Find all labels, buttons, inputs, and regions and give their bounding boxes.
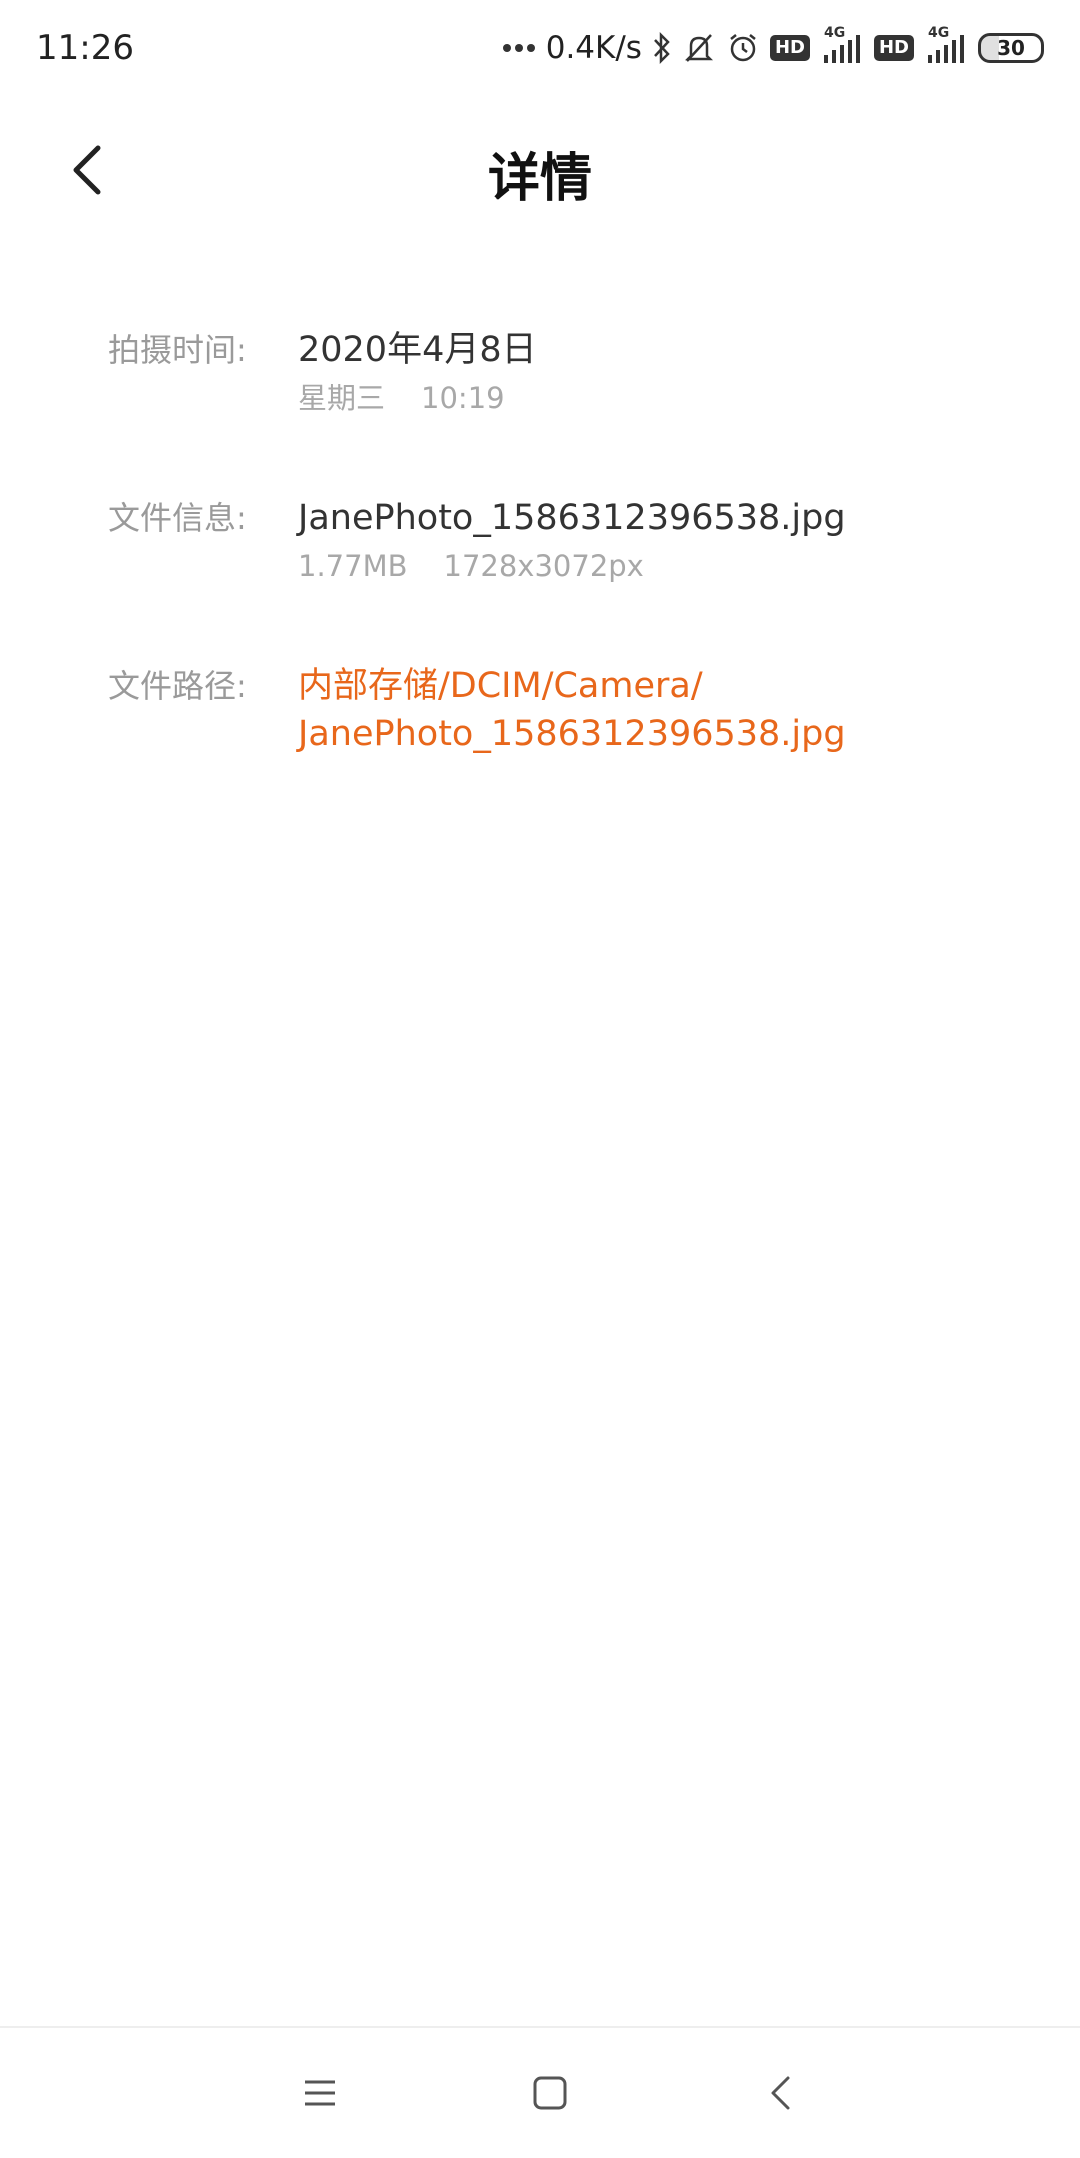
capture-time-row: 拍摄时间: 2020年4月8日 星期三 10:19 <box>108 326 1048 422</box>
hd-badge: HD <box>769 35 810 61</box>
battery-indicator: 30 <box>978 33 1044 63</box>
file-path-row: 文件路径: 内部存储/DCIM/Camera/ JanePhoto_158631… <box>108 662 1048 758</box>
recent-apps-button[interactable] <box>290 2063 350 2123</box>
signal-icon: 4G <box>820 25 864 65</box>
network-speed: 0.4K/s <box>545 30 642 66</box>
back-icon <box>771 2076 790 2110</box>
file-info-value: JanePhoto_1586312396538.jpg 1.77MB 1728x3… <box>290 494 846 590</box>
home-button[interactable] <box>520 2063 580 2123</box>
network-type-label: 4G <box>928 25 950 41</box>
details-screen: 11:26 0.4K/s HD 4G HD 4G 30 详情 拍摄时间: 202… <box>0 0 1080 2158</box>
status-bar: 11:26 0.4K/s HD 4G HD 4G 30 <box>0 0 1080 96</box>
capture-clock-time: 10:19 <box>421 381 505 415</box>
file-path-link[interactable]: 内部存储/DCIM/Camera/ JanePhoto_158631239653… <box>290 662 846 758</box>
home-icon <box>533 2076 567 2110</box>
capture-weekday-time: 星期三 10:19 <box>298 374 537 422</box>
capture-time-value: 2020年4月8日 星期三 10:19 <box>290 326 537 422</box>
file-size-dimensions: 1.77MB 1728x3072px <box>298 542 846 590</box>
file-path-line-2[interactable]: JanePhoto_1586312396538.jpg <box>298 710 846 758</box>
file-size: 1.77MB <box>298 549 408 583</box>
capture-time-label: 拍摄时间: <box>108 331 247 369</box>
file-dimensions: 1728x3072px <box>443 549 644 583</box>
hd-badge: HD <box>873 35 914 61</box>
page-title: 详情 <box>487 149 592 209</box>
capture-date: 2020年4月8日 <box>298 330 537 370</box>
network-type-label: 4G <box>823 25 846 41</box>
file-path-line-1[interactable]: 内部存储/DCIM/Camera/ <box>298 662 846 710</box>
file-info-label: 文件信息: <box>108 499 247 537</box>
menu-icon <box>305 2080 335 2106</box>
title-bar: 详情 <box>0 110 1080 230</box>
alarm-icon <box>726 31 760 65</box>
mute-icon <box>682 31 716 65</box>
file-name: JanePhoto_1586312396538.jpg <box>298 498 846 538</box>
system-back-button[interactable] <box>750 2063 810 2123</box>
navigation-bar <box>0 2026 1080 2158</box>
status-icons: 0.4K/s HD 4G HD 4G 30 <box>502 25 1044 66</box>
status-time: 11:26 <box>36 28 134 68</box>
more-dots-icon <box>502 43 536 53</box>
capture-weekday: 星期三 <box>298 381 386 415</box>
file-path-label: 文件路径: <box>108 667 247 705</box>
file-info-row: 文件信息: JanePhoto_1586312396538.jpg 1.77MB… <box>108 494 1048 590</box>
signal-icon: 4G <box>924 25 968 65</box>
bluetooth-icon <box>652 31 672 65</box>
